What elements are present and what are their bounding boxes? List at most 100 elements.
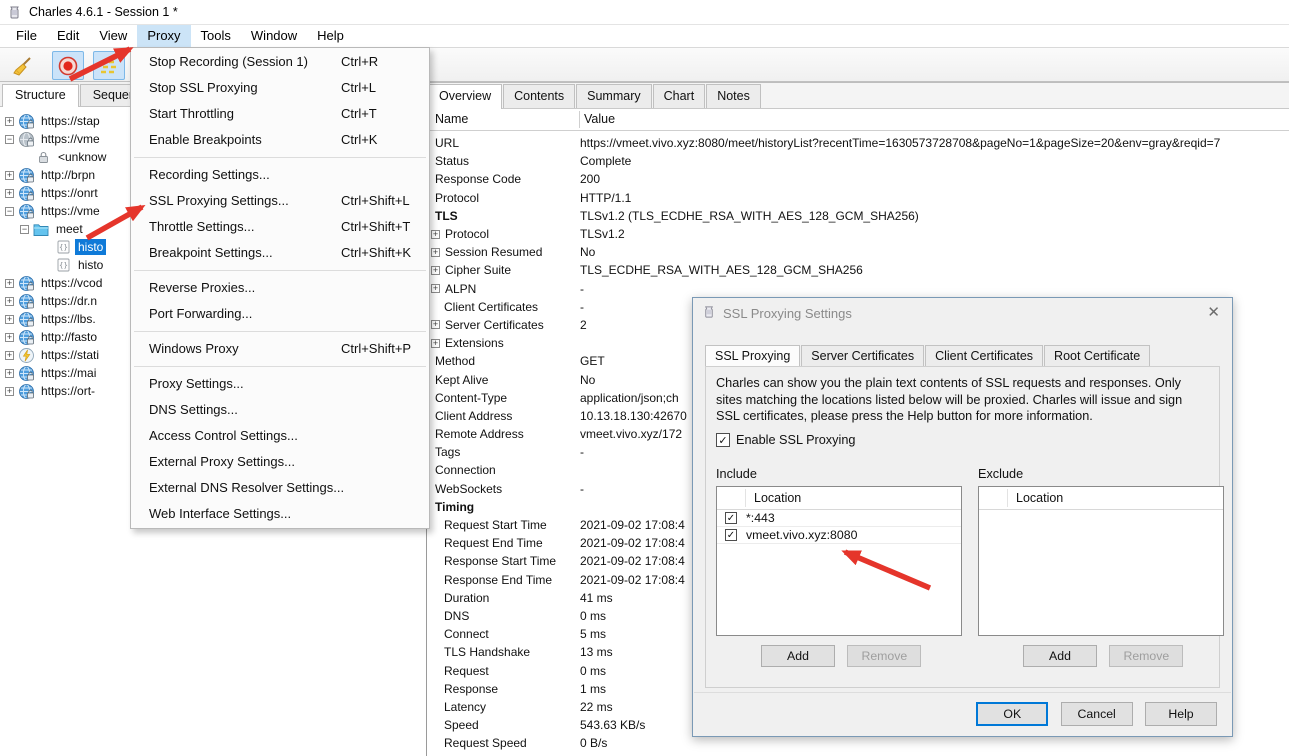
- include-remove-button[interactable]: Remove: [847, 645, 922, 667]
- ok-button[interactable]: OK: [976, 702, 1049, 726]
- overview-row-session-resumed[interactable]: + Session Resumed No: [427, 243, 1289, 261]
- menu-item-web-interface-settings[interactable]: Web Interface Settings...: [131, 501, 429, 527]
- menu-item-start-throttling[interactable]: Start Throttling Ctrl+T: [131, 101, 429, 127]
- tab-root-certificate[interactable]: Root Certificate: [1044, 345, 1151, 367]
- tree-item-label[interactable]: http://fasto: [38, 329, 100, 345]
- tab-client-certificates[interactable]: Client Certificates: [925, 345, 1044, 367]
- tab-chart[interactable]: Chart: [652, 84, 706, 108]
- menu-item-reverse-proxies[interactable]: Reverse Proxies...: [131, 275, 429, 301]
- tab-notes[interactable]: Notes: [706, 84, 761, 108]
- tree-item-label[interactable]: https://lbs.: [38, 311, 99, 327]
- exclude-remove-button[interactable]: Remove: [1109, 645, 1184, 667]
- checkbox-icon[interactable]: ✓: [725, 512, 737, 524]
- throttle-icon[interactable]: [93, 51, 125, 80]
- menubar-item-file[interactable]: File: [6, 25, 47, 47]
- expand-icon[interactable]: +: [5, 278, 14, 288]
- tree-item-label[interactable]: https://ort-: [38, 383, 98, 399]
- menu-item-recording-settings[interactable]: Recording Settings...: [131, 162, 429, 188]
- menu-item-port-forwarding[interactable]: Port Forwarding...: [131, 301, 429, 327]
- tree-item-label[interactable]: histo: [75, 239, 107, 255]
- menu-item-access-control-settings[interactable]: Access Control Settings...: [131, 423, 429, 449]
- menu-item-breakpoint-settings[interactable]: Breakpoint Settings... Ctrl+Shift+K: [131, 240, 429, 266]
- exclude-list[interactable]: Location: [978, 486, 1224, 636]
- tree-item-label[interactable]: https://vme: [38, 203, 103, 219]
- expand-icon[interactable]: +: [431, 284, 440, 294]
- dialog-titlebar[interactable]: SSL Proxying Settings ✕: [693, 298, 1232, 329]
- menu-item-enable-breakpoints[interactable]: Enable Breakpoints Ctrl+K: [131, 127, 429, 153]
- tree-item-label[interactable]: https://vme: [38, 131, 103, 147]
- expand-icon[interactable]: +: [5, 350, 14, 360]
- tab-summary[interactable]: Summary: [576, 84, 652, 108]
- help-button[interactable]: Help: [1145, 702, 1217, 726]
- expand-icon[interactable]: +: [5, 188, 14, 198]
- menubar-item-proxy[interactable]: Proxy: [137, 25, 191, 47]
- overview-row-tls[interactable]: TLS TLSv1.2 (TLS_ECDHE_RSA_WITH_AES_128_G…: [427, 207, 1289, 225]
- menu-item-stop-ssl-proxying[interactable]: Stop SSL Proxying Ctrl+L: [131, 75, 429, 101]
- exclude-add-button[interactable]: Add: [1023, 645, 1097, 667]
- column-header-value[interactable]: Value: [584, 112, 615, 126]
- overview-row-cipher-suite[interactable]: + Cipher Suite TLS_ECDHE_RSA_WITH_AES_128_…: [427, 261, 1289, 279]
- include-add-button[interactable]: Add: [761, 645, 835, 667]
- broom-icon[interactable]: [6, 51, 38, 80]
- column-divider[interactable]: [579, 111, 580, 128]
- tree-item-label[interactable]: https://stap: [38, 113, 103, 129]
- expand-icon[interactable]: +: [5, 170, 14, 180]
- expand-icon[interactable]: +: [5, 116, 14, 126]
- menu-item-ssl-proxying-settings[interactable]: SSL Proxying Settings... Ctrl+Shift+L: [131, 188, 429, 214]
- tree-item-label[interactable]: https://stati: [38, 347, 102, 363]
- overview-row-response-speed[interactable]: Response Speed10.08 MB/s: [427, 752, 1289, 756]
- expand-icon[interactable]: +: [5, 332, 14, 342]
- menubar-item-help[interactable]: Help: [307, 25, 354, 47]
- record-icon[interactable]: [52, 51, 84, 80]
- tab-server-certificates[interactable]: Server Certificates: [801, 345, 925, 367]
- tree-item-label[interactable]: https://dr.n: [38, 293, 100, 309]
- overview-row-url[interactable]: URL https://vmeet.vivo.xyz:8080/meet/hist…: [427, 134, 1289, 152]
- tab-contents[interactable]: Contents: [503, 84, 576, 108]
- expand-icon[interactable]: +: [431, 338, 440, 348]
- close-icon[interactable]: ✕: [1207, 304, 1220, 322]
- tab-overview[interactable]: Overview: [428, 84, 503, 109]
- enable-ssl-proxying-checkbox[interactable]: ✓ Enable SSL Proxying: [716, 433, 855, 447]
- menubar-item-edit[interactable]: Edit: [47, 25, 89, 47]
- tree-item-label[interactable]: histo: [75, 257, 106, 273]
- expand-icon[interactable]: +: [5, 296, 14, 306]
- collapse-icon[interactable]: −: [20, 224, 29, 234]
- collapse-icon[interactable]: −: [5, 134, 14, 144]
- tree-item-label[interactable]: http://brpn: [38, 167, 98, 183]
- tree-item-label[interactable]: <unknow: [55, 149, 109, 165]
- column-header-name[interactable]: Name: [435, 112, 468, 126]
- overview-row-protocol[interactable]: Protocol HTTP/1.1: [427, 189, 1289, 207]
- tree-item-label[interactable]: https://onrt: [38, 185, 101, 201]
- expand-icon[interactable]: +: [5, 368, 14, 378]
- tab-structure[interactable]: Structure: [2, 84, 79, 107]
- tree-item-label[interactable]: https://mai: [38, 365, 99, 381]
- cancel-button[interactable]: Cancel: [1060, 702, 1133, 726]
- location-row-vmeet-vivo-xyz-8080[interactable]: ✓ vmeet.vivo.xyz:8080: [717, 527, 961, 544]
- menubar-item-window[interactable]: Window: [241, 25, 307, 47]
- menubar-item-view[interactable]: View: [89, 25, 137, 47]
- menu-item-external-proxy-settings[interactable]: External Proxy Settings...: [131, 449, 429, 475]
- overview-row-status[interactable]: Status Complete: [427, 152, 1289, 170]
- collapse-icon[interactable]: −: [5, 206, 14, 216]
- overview-row-alpn[interactable]: + ALPN -: [427, 280, 1289, 298]
- location-row-443[interactable]: ✓ *:443: [717, 510, 961, 527]
- menu-item-stop-recording-session-1[interactable]: Stop Recording (Session 1) Ctrl+R: [131, 49, 429, 75]
- checkbox-icon[interactable]: ✓: [725, 529, 737, 541]
- tree-item-label[interactable]: meet: [53, 221, 86, 237]
- menu-item-dns-settings[interactable]: DNS Settings...: [131, 397, 429, 423]
- menu-item-external-dns-resolver-settings[interactable]: External DNS Resolver Settings...: [131, 475, 429, 501]
- menu-item-windows-proxy[interactable]: Windows Proxy Ctrl+Shift+P: [131, 336, 429, 362]
- expand-icon[interactable]: +: [5, 314, 14, 324]
- menubar-item-tools[interactable]: Tools: [191, 25, 241, 47]
- overview-row-response-code[interactable]: Response Code 200: [427, 170, 1289, 188]
- checkbox-icon[interactable]: ✓: [716, 433, 730, 447]
- expand-icon[interactable]: +: [431, 320, 440, 330]
- expand-icon[interactable]: +: [431, 229, 440, 239]
- overview-row-protocol[interactable]: + Protocol TLSv1.2: [427, 225, 1289, 243]
- menu-item-throttle-settings[interactable]: Throttle Settings... Ctrl+Shift+T: [131, 214, 429, 240]
- tab-ssl-proxying[interactable]: SSL Proxying: [705, 345, 801, 368]
- include-list[interactable]: Location ✓ *:443 ✓ vmeet.vivo.xyz:8080: [716, 486, 962, 636]
- expand-icon[interactable]: +: [5, 386, 14, 396]
- tree-item-label[interactable]: https://vcod: [38, 275, 105, 291]
- menu-item-proxy-settings[interactable]: Proxy Settings...: [131, 371, 429, 397]
